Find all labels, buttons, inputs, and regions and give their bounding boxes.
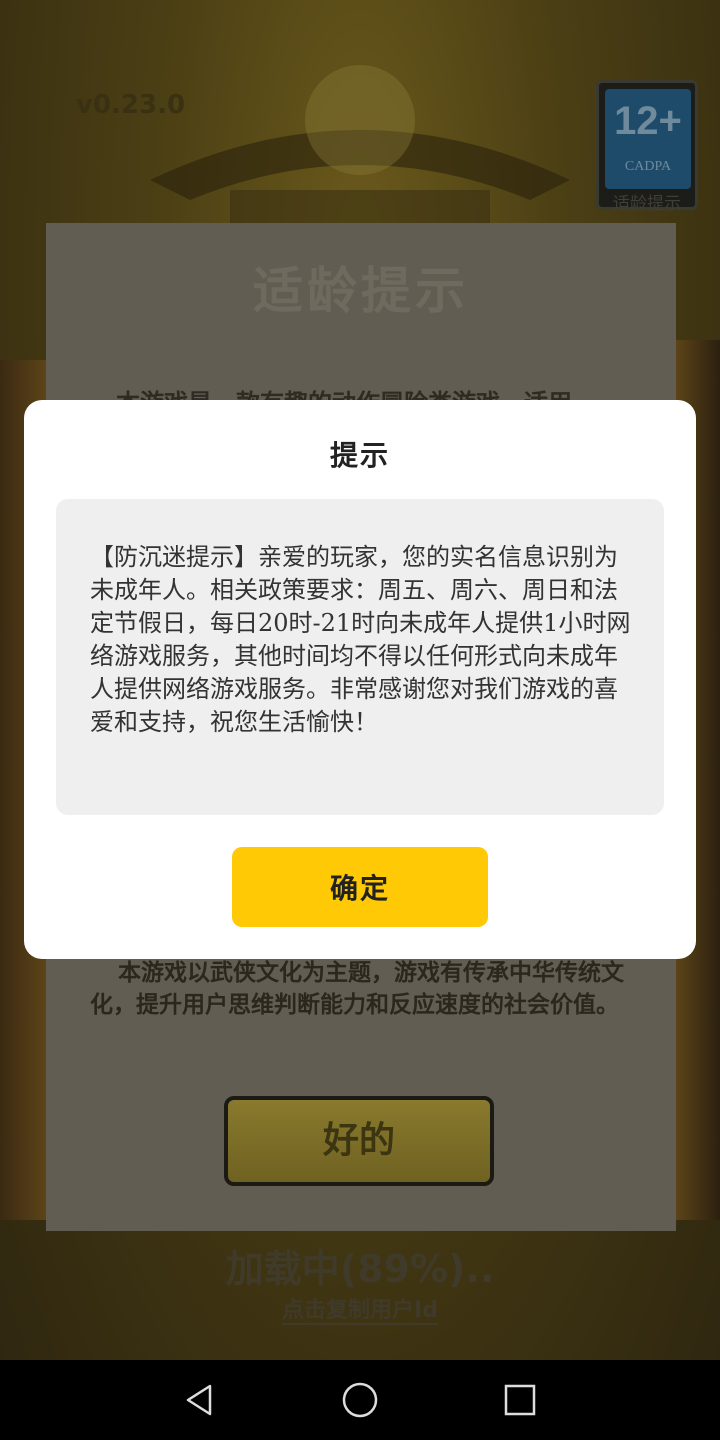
ok-button-label: 好的	[322, 1120, 395, 1161]
age-rating-icon: 12+ CADPA	[605, 89, 691, 189]
back-icon[interactable]	[180, 1380, 220, 1420]
version-label: v0.23.0	[76, 90, 186, 120]
recents-icon[interactable]	[500, 1380, 540, 1420]
home-icon[interactable]	[340, 1380, 380, 1420]
age-rating-caption: 适龄提示	[613, 194, 681, 214]
loading-progress-text: 加载中(89%)..	[225, 1247, 495, 1291]
copy-user-id-label: 点击复制用户Id	[282, 1298, 438, 1325]
anti-addiction-dialog: 提示 【防沉迷提示】亲爱的玩家，您的实名信息识别为未成年人。相关政策要求：周五、…	[24, 400, 696, 959]
age-rating-org: CADPA	[624, 159, 672, 174]
age-rating-badge[interactable]: 12+ CADPA 适龄提示	[596, 80, 698, 214]
copy-user-id-link[interactable]: 点击复制用户Id	[0, 1292, 720, 1325]
age-notice-title: 适龄提示	[253, 262, 469, 320]
dialog-message: 【防沉迷提示】亲爱的玩家，您的实名信息识别为未成年人。相关政策要求：周五、周六、…	[90, 543, 631, 736]
system-navigation-bar	[0, 1360, 720, 1440]
age-notice-body: 本游戏以武侠文化为主题，游戏有传承中华传统文化，提升用户思维判断能力和反应速度的…	[90, 960, 624, 1018]
dialog-message-box: 【防沉迷提示】亲爱的玩家，您的实名信息识别为未成年人。相关政策要求：周五、周六、…	[56, 499, 664, 815]
dialog-title: 提示	[329, 439, 390, 472]
confirm-button-label: 确定	[329, 873, 390, 904]
confirm-button[interactable]: 确定	[232, 847, 488, 927]
age-rating-number: 12+	[614, 99, 682, 143]
ok-button[interactable]: 好的	[224, 1096, 494, 1186]
